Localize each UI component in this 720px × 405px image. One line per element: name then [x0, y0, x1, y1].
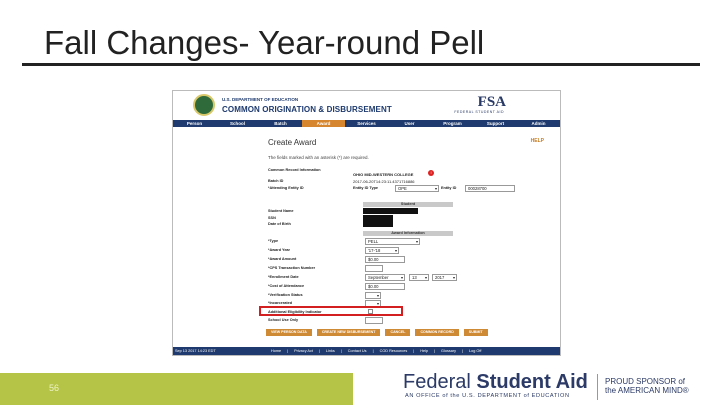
enroll-day-select[interactable]: 13 [409, 274, 429, 281]
footer-separator: | [434, 349, 436, 353]
error-icon: ! [428, 170, 434, 176]
entity-type-label: Entity ID Type [353, 186, 379, 190]
common-record-label: Common Record Information [268, 168, 321, 172]
nav-person[interactable]: Person [173, 120, 216, 127]
award-amount-input[interactable]: $0.00 [365, 256, 405, 263]
award-amount-label: *Award Amount [268, 257, 297, 261]
dob-label: Date of Birth [268, 222, 291, 226]
title-underline [22, 63, 700, 66]
fsa-brand-bold: Student Aid [476, 371, 588, 393]
enroll-year-select[interactable]: 2017 [432, 274, 457, 281]
footer-links: Home | Privacy Act | Links | Contact Us … [271, 347, 481, 355]
ed-seal-icon [193, 94, 215, 116]
common-record-button[interactable]: COMMON RECORD [415, 329, 459, 336]
main-nav: Person School Batch Award Services User … [173, 120, 560, 127]
footer-separator: | [340, 349, 342, 353]
required-note: The fields marked with an asterisk (*) a… [268, 155, 369, 160]
cod-screenshot: U.S. DEPARTMENT OF EDUCATION COMMON ORIG… [172, 90, 561, 356]
fsa-logo: FSA [477, 94, 506, 110]
cod-footer: Sep 13 2017 14:23 EDT Home | Privacy Act… [173, 347, 560, 355]
batch-id-label: Batch ID [268, 179, 284, 183]
footer-link-glossary[interactable]: Glossary [441, 347, 456, 355]
coa-label: *Cost of Attendance [268, 284, 305, 288]
footer-separator: | [318, 349, 320, 353]
type-label: *Type [268, 239, 279, 243]
slide-title: Fall Changes- Year-round Pell [44, 24, 485, 61]
page-title: Create Award [268, 138, 317, 147]
sponsor-line-1: PROUD SPONSOR of [605, 377, 686, 386]
award-year-label: *Award Year [268, 248, 291, 252]
verification-select[interactable] [365, 292, 381, 299]
fsa-logo-subtitle: FEDERAL STUDENT AID [454, 110, 504, 114]
type-select[interactable]: PELL [365, 238, 420, 245]
nav-admin[interactable]: Admin [517, 120, 560, 127]
enroll-month-select[interactable]: September [365, 274, 405, 281]
award-section-header: Award Information [363, 231, 453, 236]
footer-link-contact[interactable]: Contact Us [348, 347, 367, 355]
coa-input[interactable]: $0.00 [365, 283, 405, 290]
footer-link-help[interactable]: Help [420, 347, 428, 355]
footer-link-cod-resources[interactable]: COD Resources [380, 347, 408, 355]
cps-label: *CPS Transaction Number [268, 266, 316, 270]
footer-date: Sep 13 2017 14:23 EDT [175, 349, 216, 353]
school-name: OHIO MID-WESTERN COLLEGE [353, 172, 414, 177]
cps-input[interactable] [365, 265, 383, 272]
nav-services[interactable]: Services [345, 120, 388, 127]
footer-separator: | [462, 349, 464, 353]
sponsor-line-2: the AMERICAN MIND® [605, 386, 689, 395]
footer-separator: | [413, 349, 415, 353]
nav-award[interactable]: Award [302, 120, 345, 127]
footer-link-logoff[interactable]: Log Off [469, 347, 481, 355]
nav-school[interactable]: School [216, 120, 259, 127]
create-new-disbursement-button[interactable]: CREATE NEW DISBURSEMENT [316, 329, 381, 336]
footer-separator: | [372, 349, 374, 353]
brand-divider [597, 374, 598, 400]
help-link[interactable]: HELP [531, 138, 544, 144]
nav-user[interactable]: User [388, 120, 431, 127]
student-name-label: Student Name [268, 209, 294, 213]
footer-link-privacy[interactable]: Privacy Act [294, 347, 313, 355]
nav-support[interactable]: Support [474, 120, 517, 127]
aei-highlight-box [259, 306, 403, 316]
student-section-header: Student [363, 202, 453, 207]
fsa-brand-logo: Federal Student Aid [403, 371, 588, 394]
action-buttons: VIEW PERSON DATA CREATE NEW DISBURSEMENT… [266, 329, 488, 336]
ssn-label: SSN [268, 216, 276, 220]
app-name: COMMON ORIGINATION & DISBURSEMENT [222, 105, 392, 114]
submit-button[interactable]: SUBMIT [463, 329, 488, 336]
redacted-name [363, 208, 418, 214]
cod-header: U.S. DEPARTMENT OF EDUCATION COMMON ORIG… [173, 91, 560, 120]
redacted-dob [363, 221, 393, 227]
slide-number: 56 [49, 383, 60, 393]
fsa-brand-light: Federal [403, 371, 477, 393]
view-person-data-button[interactable]: VIEW PERSON DATA [266, 329, 312, 336]
nav-program[interactable]: Program [431, 120, 474, 127]
enrollment-date-label: *Enrollment Date [268, 275, 299, 279]
school-use-label: School Use Only [268, 318, 299, 322]
entity-id-label: Entity ID [441, 186, 457, 190]
entity-id-input[interactable]: 00028700 [465, 185, 515, 192]
fsa-tagline: AN OFFICE of the U.S. DEPARTMENT of EDUC… [405, 393, 570, 399]
cancel-button[interactable]: CANCEL [385, 329, 411, 336]
nav-batch[interactable]: Batch [259, 120, 302, 127]
footer-separator: | [287, 349, 289, 353]
award-year-select[interactable]: '17-'18 [365, 247, 399, 254]
dept-name: U.S. DEPARTMENT OF EDUCATION [222, 97, 299, 102]
footer-link-home[interactable]: Home [271, 347, 281, 355]
incarcerated-label: *Incarcerated [268, 301, 293, 305]
batch-id-value: 2017-06-20T14:23:11.4371716886 [353, 179, 415, 184]
entity-type-select[interactable]: OPE [395, 185, 439, 192]
verification-label: *Verification Status [268, 293, 303, 297]
footer-link-links[interactable]: Links [326, 347, 335, 355]
school-use-input[interactable] [365, 317, 383, 324]
attending-entity-label: *Attending Entity ID [268, 186, 304, 190]
